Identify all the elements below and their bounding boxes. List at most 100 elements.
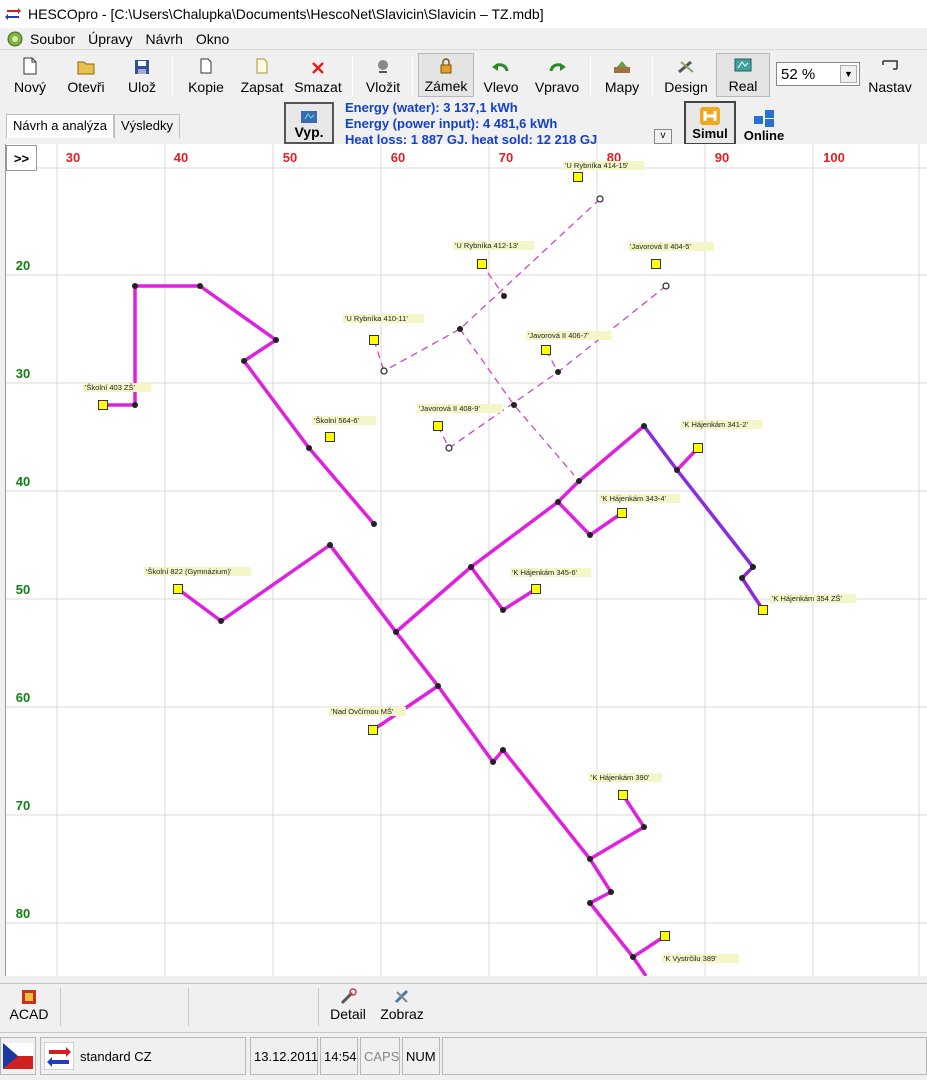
network-icon xyxy=(754,110,774,127)
copy-button[interactable]: Kopie xyxy=(184,53,228,97)
service-pipe-dashed xyxy=(448,285,667,449)
y-axis-tick-label: 70 xyxy=(16,798,30,813)
tab-results[interactable]: Výsledky xyxy=(113,114,180,138)
pipe-node xyxy=(511,402,517,408)
energy-water: Energy (water): 3 137,1 kWh xyxy=(345,100,518,115)
pipe-node-open xyxy=(662,282,670,290)
main-pipe xyxy=(328,543,398,634)
consumer-label: 'U Rybníka 414-15' xyxy=(565,161,629,170)
y-axis-tick-label: 30 xyxy=(16,366,30,381)
status-date: 13.12.2011 xyxy=(250,1037,318,1075)
show-label: Zobraz xyxy=(380,1006,424,1022)
consumer-node xyxy=(325,432,335,442)
insert-label: Vložit xyxy=(365,79,401,95)
pipe-node xyxy=(327,542,333,548)
hesco-logo-icon xyxy=(5,8,21,20)
pipe-node xyxy=(371,521,377,527)
network-canvas[interactable]: 30 40 50 60 70 80 90 100 20 30 40 50 60 70 80 'U Rybník… xyxy=(5,144,927,976)
open-label: Otevři xyxy=(67,79,105,95)
app-menu-icon[interactable] xyxy=(6,30,24,48)
write-button[interactable]: Zapsat xyxy=(236,53,288,97)
energy-dropdown-button[interactable]: v xyxy=(654,129,672,144)
menu-navrh[interactable]: Návrh xyxy=(146,31,183,47)
copy-icon xyxy=(200,58,212,74)
status-time: 14:54 xyxy=(320,1037,358,1075)
simul-button[interactable]: Simul xyxy=(684,101,736,145)
show-button[interactable]: Zobraz xyxy=(376,988,428,1022)
status-empty-panel xyxy=(442,1037,927,1075)
consumer-node xyxy=(758,605,768,615)
pipe-node xyxy=(500,607,506,613)
online-button[interactable]: Online xyxy=(738,101,790,145)
save-button[interactable]: Ulož xyxy=(122,53,162,97)
real-button[interactable]: Real xyxy=(716,53,770,97)
consumer-label: 'Nad Ovčírnou MŠ' xyxy=(331,707,394,716)
pipe-node xyxy=(641,423,647,429)
calculate-button[interactable]: Vyp. xyxy=(284,102,334,144)
expand-panel-button[interactable]: >> xyxy=(6,145,37,171)
pipe-node xyxy=(739,575,745,581)
design-label: Design xyxy=(664,79,708,95)
bottom-separator xyxy=(60,988,61,1026)
status-bar: standard CZ 13.12.2011 14:54 CAPS NUM xyxy=(0,1032,927,1080)
pipe-network-drawing[interactable]: 30 40 50 60 70 80 90 10020304050607080'U Rybník… xyxy=(6,144,927,976)
tab-design-analysis[interactable]: Návrh a analýza xyxy=(6,114,114,138)
consumer-label: 'K Hájenkám 341-2' xyxy=(683,420,749,429)
menu-soubor[interactable]: Soubor xyxy=(30,31,75,47)
pipe-node xyxy=(273,337,279,343)
acad-button[interactable]: ACAD xyxy=(8,988,50,1022)
pipe-node xyxy=(197,283,203,289)
rotate-left-button[interactable]: Vlevo xyxy=(478,53,524,97)
consumer-label: 'K Hájenkám 354 ZŠ' xyxy=(772,594,843,603)
toolbar-separator xyxy=(652,57,653,95)
toolbar-separator xyxy=(352,57,353,95)
delete-button[interactable]: Smazat xyxy=(290,53,346,97)
zoom-select[interactable]: 52 % ▼ xyxy=(776,62,860,86)
real-label: Real xyxy=(728,78,758,94)
maps-label: Mapy xyxy=(604,79,640,95)
menu-upravy[interactable]: Úpravy xyxy=(88,31,132,47)
consumer-label: 'K Vystrčilu 389' xyxy=(664,954,717,963)
menu-okno[interactable]: Okno xyxy=(196,31,229,47)
locale-panel[interactable]: standard CZ xyxy=(40,1037,246,1075)
branch-pipe xyxy=(642,424,765,611)
settings-button[interactable]: Nastav xyxy=(864,53,916,97)
save-disk-icon xyxy=(135,60,149,74)
consumer-label: 'Školní 822 (Gymnázium)' xyxy=(146,567,232,576)
maps-button[interactable]: Mapy xyxy=(598,53,646,97)
pipe-node xyxy=(132,283,138,289)
design-button[interactable]: Design xyxy=(660,53,712,97)
service-pipe-dashed xyxy=(383,198,601,372)
pipe-node xyxy=(641,824,647,830)
open-folder-icon xyxy=(77,61,95,75)
insert-button[interactable]: Vložit xyxy=(360,53,406,97)
pipe-node xyxy=(587,900,593,906)
open-button[interactable]: Otevři xyxy=(62,53,110,97)
y-axis-tick-label: 80 xyxy=(16,906,30,921)
x-axis-tick-label: 70 xyxy=(499,150,513,165)
write-icon xyxy=(256,58,268,74)
chevron-down-icon[interactable]: ▼ xyxy=(840,65,857,83)
delete-label: Smazat xyxy=(294,79,342,95)
consumer-node xyxy=(477,259,487,269)
x-axis-tick-label: 30 xyxy=(66,150,80,165)
pipe-node xyxy=(750,564,756,570)
consumer-node xyxy=(660,931,670,941)
toolbar-separator xyxy=(172,57,173,95)
pipe-node xyxy=(555,369,561,375)
consumer-label: 'K Hájenkám 390' xyxy=(591,773,650,782)
detail-button[interactable]: Detail xyxy=(326,988,370,1022)
rotate-right-button[interactable]: Vpravo xyxy=(530,53,584,97)
new-button[interactable]: Nový xyxy=(8,53,52,97)
energy-power-input: Energy (power input): 4 481,6 kWh xyxy=(345,116,558,131)
design-tools-icon xyxy=(678,60,694,74)
main-pipe xyxy=(556,500,623,537)
settings-label: Nastav xyxy=(868,79,912,95)
pipe-node xyxy=(218,618,224,624)
consumer-node xyxy=(651,259,661,269)
x-axis-tick-label: 100 xyxy=(823,150,845,165)
toolbar-separator xyxy=(590,57,591,95)
lock-button[interactable]: Zámek xyxy=(418,53,474,97)
write-label: Zapsat xyxy=(240,79,284,95)
consumer-node xyxy=(98,400,108,410)
